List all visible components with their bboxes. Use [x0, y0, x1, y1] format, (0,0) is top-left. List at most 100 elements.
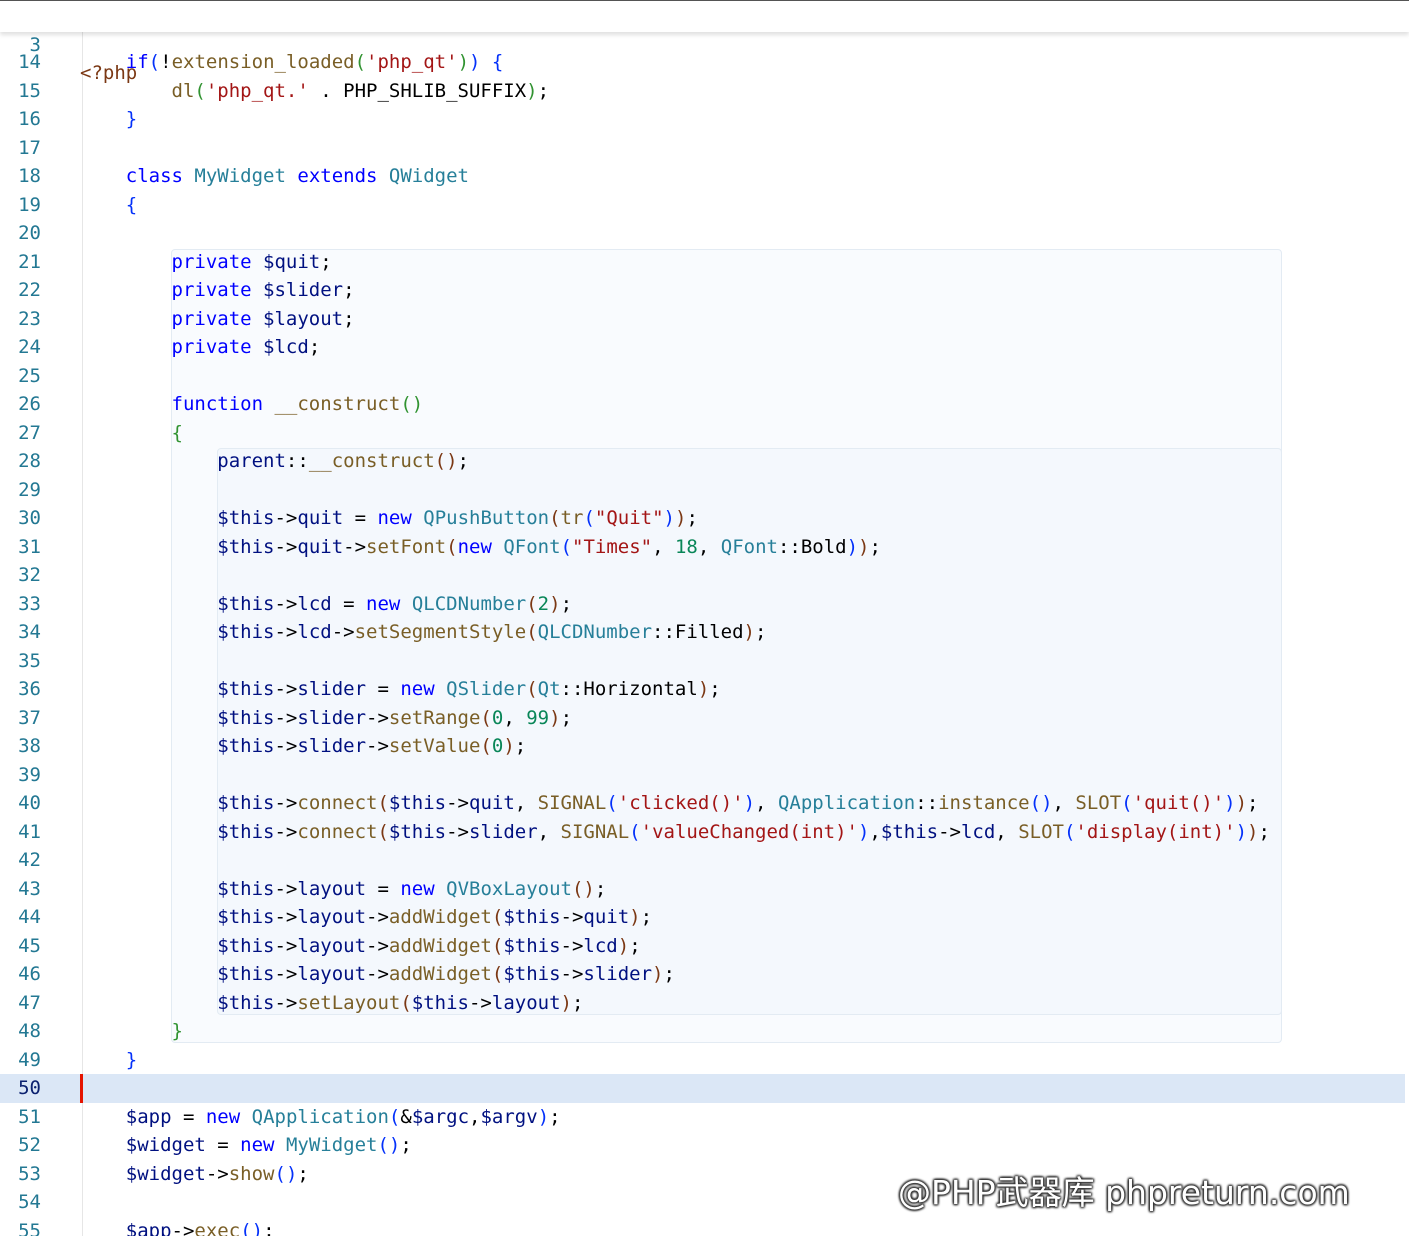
code-line[interactable]: 16 } [0, 105, 1405, 134]
code-token: , [995, 820, 1019, 843]
code-token: new [240, 1134, 275, 1156]
code-token: -> [446, 792, 469, 814]
code-token: private [171, 279, 252, 301]
line-number: 32 [18, 564, 41, 586]
code-line[interactable]: 35 [0, 647, 1405, 676]
code-token: ) [1224, 792, 1236, 814]
code-token: $this [411, 991, 469, 1014]
code-line[interactable]: 26 function __construct() [0, 390, 1405, 419]
code-line[interactable]: 49 } [0, 1046, 1405, 1075]
code-token: ) [549, 706, 561, 729]
line-number: 35 [18, 649, 41, 672]
code-token: $this [503, 963, 561, 985]
code-line[interactable]: 29 [0, 476, 1405, 505]
code-line[interactable]: 51 $app = new QApplication(&$argc,$argv)… [0, 1103, 1405, 1132]
code-token: parent [217, 450, 286, 472]
code-token: ( [377, 792, 389, 814]
code-token: ( [1063, 820, 1076, 843]
code-token: ( [377, 820, 389, 843]
code-token: , [869, 820, 881, 843]
line-code: private $slider; [80, 276, 355, 305]
line-number: 37 [18, 706, 41, 729]
code-token: $this [217, 963, 275, 985]
code-line[interactable]: 28 parent::__construct(); [0, 447, 1405, 476]
code-token: -> [274, 678, 298, 700]
code-line[interactable]: 18 class MyWidget extends QWidget [0, 162, 1405, 191]
code-token: new [377, 507, 412, 529]
code-line[interactable]: 30 $this->quit = new QPushButton(tr("Qui… [0, 504, 1405, 533]
code-line[interactable]: 37 $this->slider->setRange(0, 99); [0, 704, 1405, 733]
code-token: -> [274, 963, 298, 985]
code-line[interactable]: 33 $this->lcd = new QLCDNumber(2); [0, 590, 1405, 619]
code-token: QVBoxLayout [446, 877, 572, 900]
code-line[interactable]: 21 private $quit; [0, 248, 1405, 277]
code-line[interactable]: 20 [0, 219, 1405, 248]
code-token: ; [594, 877, 607, 900]
line-number: 21 [18, 250, 41, 273]
code-line[interactable]: 47 $this->setLayout($this->layout); [0, 989, 1405, 1018]
code-token: __construct [274, 393, 401, 415]
sticky-scroll-header[interactable]: 3 <?php [0, 1, 1409, 85]
code-line[interactable]: 44 $this->layout->addWidget($this->quit)… [0, 903, 1405, 932]
code-line[interactable]: 32 [0, 561, 1405, 590]
line-code: $this->lcd = new QLCDNumber(2); [80, 590, 572, 619]
current-line[interactable]: 50 [0, 1074, 1405, 1103]
code-line[interactable]: 42 [0, 846, 1405, 875]
line-code: $this->layout = new QVBoxLayout(); [80, 875, 606, 904]
code-line[interactable]: 31 $this->quit->setFont(new QFont("Times… [0, 533, 1405, 562]
code-token: = [171, 1105, 206, 1128]
code-line[interactable]: 17 [0, 134, 1405, 163]
code-token: -> [274, 535, 298, 558]
code-token: -> [274, 877, 298, 900]
code-token: ) [617, 934, 630, 957]
code-token: "Quit" [594, 507, 664, 529]
code-line[interactable]: 55 $app->exec(); [0, 1217, 1405, 1236]
code-token: = [366, 877, 401, 900]
code-line[interactable]: 46 $this->layout->addWidget($this->slide… [0, 960, 1405, 989]
code-token: , [469, 1105, 481, 1128]
code-token: ( [560, 535, 572, 558]
line-number: 39 [18, 763, 41, 786]
line-code: $this->quit->setFont(new QFont("Times", … [80, 533, 881, 562]
code-token: QPushButton [423, 507, 550, 529]
code-line[interactable]: 36 $this->slider = new QSlider(Qt::Horiz… [0, 675, 1405, 704]
code-line[interactable]: 40 $this->connect($this->quit, SIGNAL('c… [0, 789, 1405, 818]
code-line[interactable]: 45 $this->layout->addWidget($this->lcd); [0, 932, 1405, 961]
code-line[interactable]: 41 $this->connect($this->slider, SIGNAL(… [0, 818, 1405, 847]
code-line[interactable]: 25 [0, 362, 1405, 391]
code-line[interactable]: 39 [0, 761, 1405, 790]
code-line[interactable]: 14 if(!extension_loaded('php_qt')) { [0, 48, 1405, 77]
code-token: ) [858, 535, 870, 558]
code-token: -> [274, 792, 298, 814]
code-line[interactable]: 27 { [0, 419, 1405, 448]
code-line[interactable]: 24 private $lcd; [0, 333, 1405, 362]
code-line[interactable]: 19 { [0, 191, 1405, 220]
code-token: ) [469, 51, 481, 73]
code-line[interactable]: 22 private $slider; [0, 276, 1405, 305]
code-line[interactable]: 15 dl('php_qt.' . PHP_SHLIB_SUFFIX); [0, 77, 1405, 106]
code-token: ( [354, 51, 367, 73]
code-token: $this [503, 934, 561, 957]
code-token: SIGNAL [537, 792, 607, 814]
line-code: private $layout; [80, 305, 355, 334]
code-line[interactable]: 43 $this->layout = new QVBoxLayout(); [0, 875, 1405, 904]
code-token: SIGNAL [560, 820, 630, 843]
code-token: -> [560, 934, 584, 957]
sticky-line[interactable]: 3 <?php [0, 2, 1405, 85]
code-line[interactable]: 23 private $layout; [0, 305, 1405, 334]
code-token: $this [217, 592, 275, 615]
code-line[interactable]: 38 $this->slider->setValue(0); [0, 732, 1405, 761]
code-editor[interactable]: 3 <?php 13 14 if(!extension_loaded('php_… [0, 0, 1409, 1236]
code-line[interactable]: 48 } [0, 1017, 1405, 1046]
line-code: } [80, 1046, 137, 1075]
code-token: instance [938, 792, 1030, 814]
code-token: ) [743, 621, 755, 643]
code-line[interactable]: 34 $this->lcd->setSegmentStyle(QLCDNumbe… [0, 618, 1405, 647]
code-line[interactable]: 52 $widget = new MyWidget(); [0, 1131, 1405, 1160]
